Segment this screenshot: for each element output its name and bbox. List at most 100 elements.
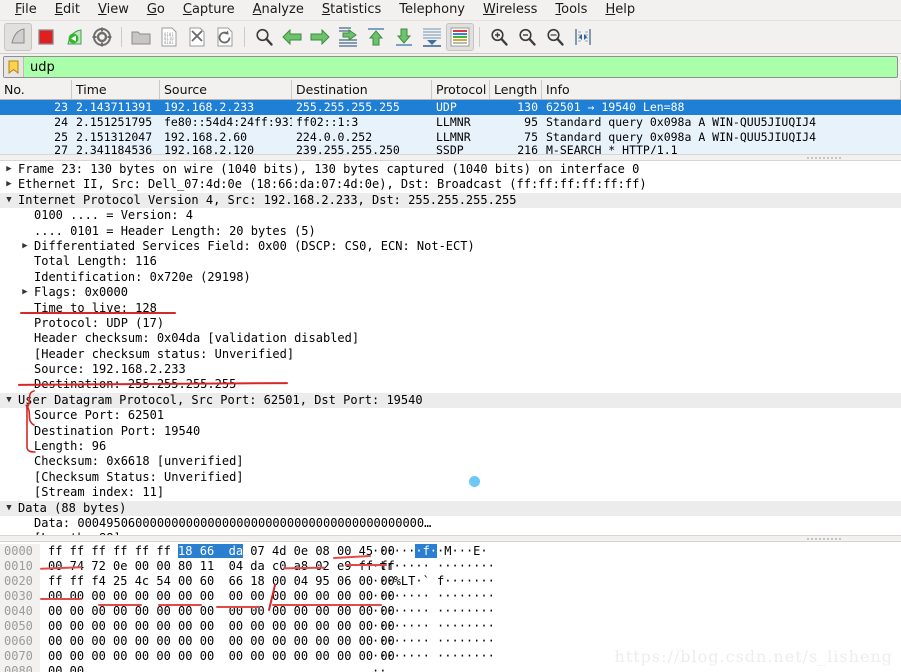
detail-row[interactable]: ▼ Data (88 bytes) (0, 500, 901, 516)
chevron-right-icon[interactable]: ▶ (2, 162, 16, 177)
detail-row[interactable]: Source Port: 62501 (0, 408, 901, 423)
column-header-no[interactable]: No. (0, 80, 72, 99)
column-header-info[interactable]: Info (542, 80, 901, 99)
hex-row[interactable]: 0030 00 00 00 00 00 00 00 00 00 00 00 00 … (0, 589, 901, 604)
menu-item-wireless[interactable]: Wireless (474, 0, 546, 20)
auto-scroll-icon[interactable] (418, 23, 446, 51)
detail-row[interactable]: Data: 0004950600000000000000000000000000… (0, 516, 901, 531)
menu-item-analyze[interactable]: Analyze (244, 0, 313, 20)
menu-item-capture[interactable]: Capture (174, 0, 244, 20)
hex-bytes[interactable]: ff ff ff ff ff ff 18 66 da 07 4d 0e 08 0… (48, 544, 395, 559)
detail-row[interactable]: Identification: 0x720e (29198) (0, 270, 901, 285)
zoom-in-icon[interactable] (485, 23, 513, 51)
hex-bytes[interactable]: 00 00 00 00 00 00 00 00 00 00 00 00 00 0… (48, 604, 395, 619)
go-to-packet-icon[interactable] (334, 23, 362, 51)
start-capture-icon[interactable] (4, 23, 32, 51)
zoom-out-icon[interactable] (513, 23, 541, 51)
detail-row[interactable]: [Stream index: 11] (0, 485, 901, 500)
go-back-icon[interactable] (278, 23, 306, 51)
menu-item-go[interactable]: Go (138, 0, 174, 20)
detail-row[interactable]: Destination: 255.255.255.255 (0, 377, 901, 392)
table-row[interactable]: 23 2.143711391 192.168.2.233 255.255.255… (0, 100, 901, 115)
chevron-down-icon[interactable]: ▼ (2, 393, 16, 408)
hex-ascii[interactable]: ········ ········ (372, 619, 495, 634)
hex-bytes[interactable]: 00 00 00 00 00 00 00 00 00 00 00 00 00 0… (48, 649, 395, 664)
detail-row[interactable]: Destination Port: 19540 (0, 424, 901, 439)
detail-row[interactable]: ▶ Flags: 0x0000 (0, 285, 901, 300)
detail-row[interactable]: ▼ Internet Protocol Version 4, Src: 192.1… (0, 192, 901, 209)
go-forward-icon[interactable] (306, 23, 334, 51)
column-header-destination[interactable]: Destination (292, 80, 432, 99)
menu-item-edit[interactable]: Edit (46, 0, 89, 20)
chevron-down-icon[interactable]: ▼ (2, 501, 16, 516)
detail-row[interactable]: Protocol: UDP (17) (0, 316, 901, 331)
save-file-icon[interactable]: 0101 0110 0101 (155, 23, 183, 51)
detail-row[interactable]: ▼ User Datagram Protocol, Src Port: 62501… (0, 392, 901, 409)
go-last-packet-icon[interactable] (390, 23, 418, 51)
find-packet-icon[interactable] (250, 23, 278, 51)
hex-bytes[interactable]: 00 00 (48, 664, 348, 672)
hex-ascii[interactable]: ·tr····· ········ (372, 559, 495, 574)
hex-row[interactable]: 0050 00 00 00 00 00 00 00 00 00 00 00 00 … (0, 619, 901, 634)
splitter-list-details[interactable] (0, 154, 901, 161)
hex-ascii[interactable]: ···%LT·` f······· (372, 574, 495, 589)
detail-row[interactable]: [Checksum Status: Unverified] (0, 470, 901, 485)
chevron-right-icon[interactable]: ▶ (18, 285, 32, 300)
close-file-icon[interactable] (183, 23, 211, 51)
hex-row[interactable]: 0000 ff ff ff ff ff ff 18 66 da 07 4d 0e … (0, 544, 901, 559)
detail-row[interactable]: Source: 192.168.2.233 (0, 362, 901, 377)
reload-file-icon[interactable] (211, 23, 239, 51)
chevron-down-icon[interactable]: ▼ (2, 193, 16, 208)
hex-ascii[interactable]: ·······f··M···E· (372, 544, 488, 559)
column-header-time[interactable]: Time (72, 80, 160, 99)
hex-bytes[interactable]: ff ff f4 25 4c 54 00 60 66 18 00 04 95 0… (48, 574, 395, 589)
hex-bytes[interactable]: 00 00 00 00 00 00 00 00 00 00 00 00 00 0… (48, 634, 395, 649)
menu-item-telephony[interactable]: Telephony (390, 0, 474, 20)
menu-item-tools[interactable]: Tools (546, 0, 596, 20)
hex-row[interactable]: 0020 ff ff f4 25 4c 54 00 60 66 18 00 04 … (0, 574, 901, 589)
table-row[interactable]: 25 2.151312047 192.168.2.60 224.0.0.252 … (0, 130, 901, 145)
capture-options-icon[interactable] (88, 23, 116, 51)
display-filter-bar[interactable]: udp (3, 56, 898, 78)
detail-row[interactable]: 0100 .... = Version: 4 (0, 208, 901, 223)
menu-item-view[interactable]: View (89, 0, 138, 20)
column-header-protocol[interactable]: Protocol (432, 80, 490, 99)
go-first-packet-icon[interactable] (362, 23, 390, 51)
detail-row[interactable]: Header checksum: 0x04da [validation disa… (0, 331, 901, 346)
table-row[interactable]: 24 2.151251795 fe80::54d4:24ff:931… ff02… (0, 115, 901, 130)
chevron-right-icon[interactable]: ▶ (18, 239, 32, 254)
detail-row[interactable]: ▶ Differentiated Services Field: 0x00 (DS… (0, 239, 901, 254)
hex-bytes[interactable]: 00 00 00 00 00 00 00 00 00 00 00 00 00 0… (48, 589, 395, 604)
hex-ascii[interactable]: ········ ········ (372, 649, 495, 664)
menu-item-file[interactable]: File (6, 0, 46, 20)
splitter-details-bytes[interactable] (0, 535, 901, 542)
detail-row[interactable]: ▶ Ethernet II, Src: Dell_07:4d:0e (18:66:… (0, 177, 901, 192)
detail-row[interactable]: Total Length: 116 (0, 254, 901, 269)
menu-item-help[interactable]: Help (596, 0, 644, 20)
display-filter-input[interactable]: udp (24, 57, 897, 77)
hex-row[interactable]: 0010 00 74 72 0e 00 00 80 11 04 da c0 a8 … (0, 559, 901, 574)
resize-columns-icon[interactable] (569, 23, 597, 51)
column-header-length[interactable]: Length (490, 80, 542, 99)
menu-item-statistics[interactable]: Statistics (313, 0, 390, 20)
detail-row[interactable]: Checksum: 0x6618 [unverified] (0, 454, 901, 469)
chevron-right-icon[interactable]: ▶ (2, 177, 16, 192)
detail-row[interactable]: ▶ Frame 23: 130 bytes on wire (1040 bits)… (0, 162, 901, 177)
open-file-icon[interactable] (127, 23, 155, 51)
hex-row[interactable]: 0040 00 00 00 00 00 00 00 00 00 00 00 00 … (0, 604, 901, 619)
detail-row[interactable]: .... 0101 = Header Length: 20 bytes (5) (0, 224, 901, 239)
column-header-source[interactable]: Source (160, 80, 292, 99)
hex-ascii[interactable]: ·· (372, 664, 386, 672)
stop-capture-icon[interactable] (32, 23, 60, 51)
restart-capture-icon[interactable] (60, 23, 88, 51)
hex-bytes[interactable]: 00 00 00 00 00 00 00 00 00 00 00 00 00 0… (48, 619, 395, 634)
colorize-icon[interactable] (446, 23, 474, 51)
hex-ascii[interactable]: ········ ········ (372, 589, 495, 604)
table-row[interactable]: 27 2.341184536 192.168.2.120 239.255.255… (0, 145, 901, 154)
bookmark-icon[interactable] (4, 57, 24, 77)
detail-row[interactable]: [Header checksum status: Unverified] (0, 347, 901, 362)
hex-ascii[interactable]: ········ ········ (372, 604, 495, 619)
hex-ascii[interactable]: ········ ········ (372, 634, 495, 649)
detail-row[interactable]: Length: 96 (0, 439, 901, 454)
zoom-reset-icon[interactable] (541, 23, 569, 51)
